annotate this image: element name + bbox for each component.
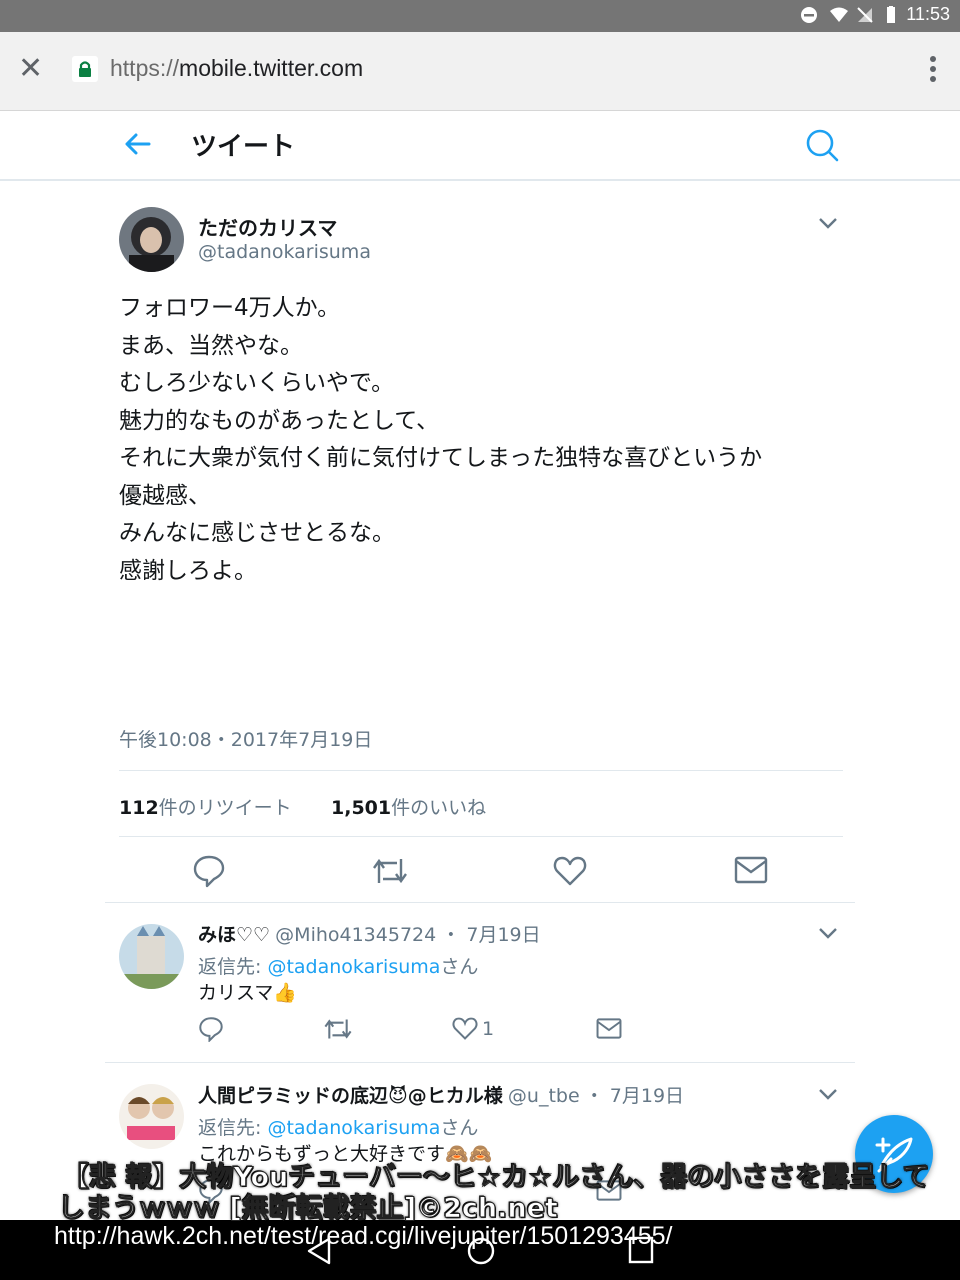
app-header: ツイート [0,111,960,181]
back-arrow-icon[interactable] [122,129,152,159]
reply-author-name[interactable]: みほ♡♡ [198,924,270,946]
reply-date[interactable]: ・ 7月19日 [441,924,540,946]
reply-text: カリスマ👍 [198,982,298,1004]
chevron-down-icon[interactable] [818,1087,838,1101]
tweet-line: 魅力的なものがあったとして、 [119,407,440,434]
divider [119,836,843,837]
page-title: ツイート [191,132,296,162]
like-stat[interactable]: 1,501件のいいね [331,793,486,820]
status-bar: 11:53 [0,0,960,32]
avatar[interactable] [119,924,184,989]
reply-author-handle[interactable]: @u_tbe [508,1085,580,1107]
reply-to-suffix: さん [440,1117,479,1139]
like-heart-icon[interactable] [553,855,587,887]
author-name[interactable]: ただのカリスマ [198,212,337,241]
reply-author-name[interactable]: 人間ピラミッドの底辺😈@ヒカル様 [198,1085,503,1107]
retweet-icon[interactable] [323,1016,353,1042]
direct-message-icon[interactable] [734,855,768,885]
tweet-line: むしろ少ないくらいやで。 [119,370,395,396]
chevron-down-icon[interactable] [818,926,838,940]
author-handle[interactable]: @tadanokarisuma [198,241,371,263]
divider [119,770,843,771]
url-host: mobile.twitter.com [179,55,364,81]
no-signal-icon [857,7,873,23]
tweet-line: 優越感、 [119,482,211,509]
reply-author-handle[interactable]: @Miho41345724 [275,924,436,946]
reply-like-count: 1 [482,1018,495,1040]
reply-date[interactable]: ・ 7月19日 [585,1085,684,1107]
tweet-line: 感謝しろよ。 [119,557,257,584]
search-icon[interactable] [804,127,840,163]
reply-to-line: 返信先: @tadanokarisumaさん [198,1113,478,1140]
tweet-line: みんなに感じさせとるな。 [119,520,395,546]
status-time: 11:53 [906,4,950,24]
tweet-line: それに大衆が気付く前に気付けてしまった独特な喜びというか [119,445,763,471]
url-scheme: https:// [110,55,180,81]
avatar[interactable] [119,207,184,272]
do-not-disturb-icon [801,7,817,23]
lock-icon[interactable] [72,56,98,82]
reply-to-line: 返信先: @tadanokarisumaさん [198,952,478,979]
reply-to-prefix: 返信先: [198,956,268,978]
overflow-menu-icon[interactable] [930,56,936,82]
reply-header: みほ♡♡ @Miho41345724 ・ 7月19日 [198,920,541,947]
reply-header: 人間ピラミッドの底辺😈@ヒカル様 @u_tbe ・ 7月19日 [198,1081,684,1108]
url-bar[interactable]: https://mobile.twitter.com [110,55,363,82]
tweet-line: まあ、当然やな。 [119,332,303,359]
like-label: 件のいいね [391,797,487,819]
tweet-text: フォロワー4万人か。 まあ、当然やな。 むしろ少ないくらいやで。 魅力的なものが… [119,290,859,590]
like-heart-icon[interactable] [452,1016,478,1041]
battery-icon [887,6,895,23]
reply-to-link[interactable]: @tadanokarisuma [267,1117,440,1139]
wifi-icon [830,7,848,22]
retweet-stat[interactable]: 112件のリツイート [119,793,292,820]
retweet-icon[interactable] [371,855,409,887]
reply-to-link[interactable]: @tadanokarisuma [267,956,440,978]
avatar[interactable] [119,1084,184,1149]
reply-to-suffix: さん [440,956,479,978]
overlay-caption-line2: しまうｗｗｗ [無断転載禁止]©2ch.net [58,1193,559,1225]
retweet-label: 件のリツイート [158,797,292,819]
like-count: 1,501 [331,797,392,819]
close-tab-icon[interactable]: ✕ [18,54,43,84]
reply-to-prefix: 返信先: [198,1117,268,1139]
divider [105,902,855,903]
reply-icon[interactable] [192,854,226,888]
browser-toolbar: ✕ https://mobile.twitter.com [0,32,960,111]
tweet-timestamp[interactable]: 午後10:08・2017年7月19日 [119,725,372,752]
tweet-line: フォロワー4万人か。 [119,295,341,321]
divider [105,1062,855,1063]
chevron-down-icon[interactable] [818,216,838,230]
direct-message-icon[interactable] [596,1017,622,1040]
reply-icon[interactable] [198,1016,224,1042]
retweet-count: 112 [119,797,159,819]
overlay-source-url: http://hawk.2ch.net/test/read.cgi/liveju… [54,1222,673,1250]
